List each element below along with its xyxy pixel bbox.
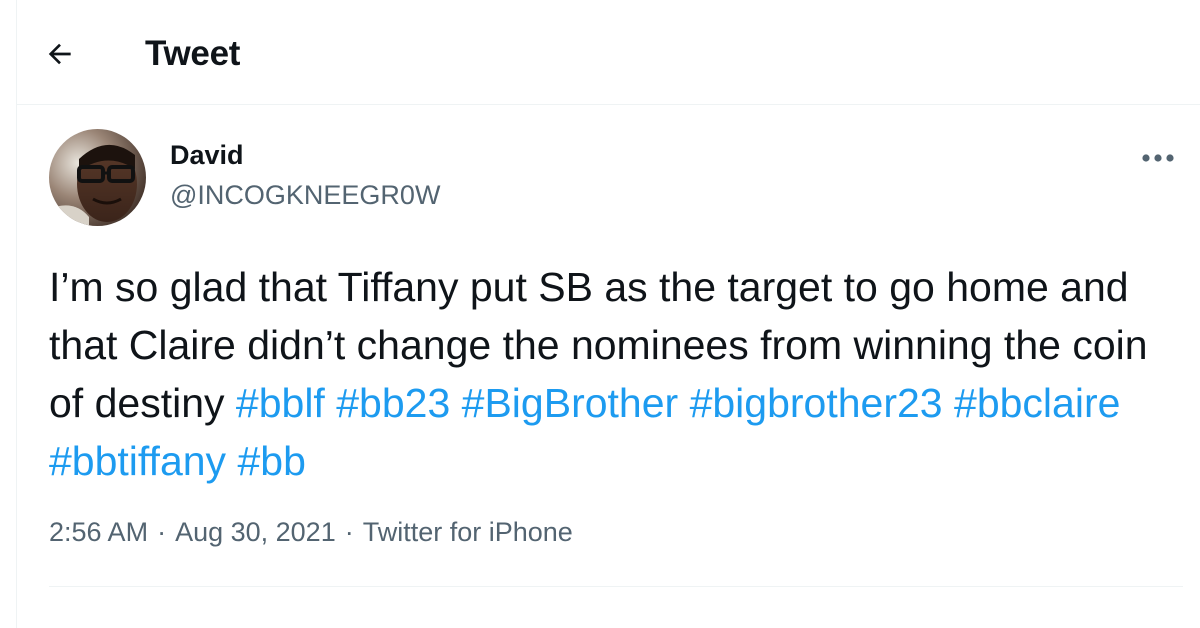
hashtag-link[interactable]: #bigbrother23 — [690, 380, 943, 426]
hashtag-link[interactable]: #bblf — [236, 380, 325, 426]
hashtag-link[interactable]: #BigBrother — [462, 380, 679, 426]
arrow-left-icon — [48, 43, 71, 65]
hashtag-link[interactable]: #bb23 — [336, 380, 450, 426]
avatar[interactable] — [49, 129, 146, 226]
tweet-source[interactable]: Twitter for iPhone — [363, 517, 573, 547]
back-button[interactable] — [36, 30, 84, 78]
tweet-date[interactable]: Aug 30, 2021 — [175, 517, 336, 547]
tweet-time[interactable]: 2:56 AM — [49, 517, 148, 547]
author-handle[interactable]: @INCOGKNEEGR0W — [170, 179, 440, 211]
tweet-text: I’m so glad that Tiffany put SB as the t… — [49, 258, 1189, 490]
hashtag-link[interactable]: #bb — [237, 438, 305, 484]
author-name[interactable]: David — [170, 139, 244, 171]
separator-dot: · — [157, 517, 167, 547]
more-button[interactable] — [1134, 140, 1182, 176]
more-horizontal-icon — [1142, 154, 1174, 162]
tweet-page: Tweet David @INCOGKNEEGR0W I’m so glad t… — [0, 0, 1200, 628]
avatar-image — [49, 129, 146, 226]
tweet-metadata: 2:56 AM · Aug 30, 2021 · Twitter for iPhone — [49, 514, 573, 550]
hashtag-link[interactable]: #bbclaire — [954, 380, 1120, 426]
divider — [49, 586, 1183, 587]
page-title: Tweet — [145, 34, 241, 73]
hashtag-link[interactable]: #bbtiffany — [49, 438, 226, 484]
separator-dot: · — [344, 517, 354, 547]
